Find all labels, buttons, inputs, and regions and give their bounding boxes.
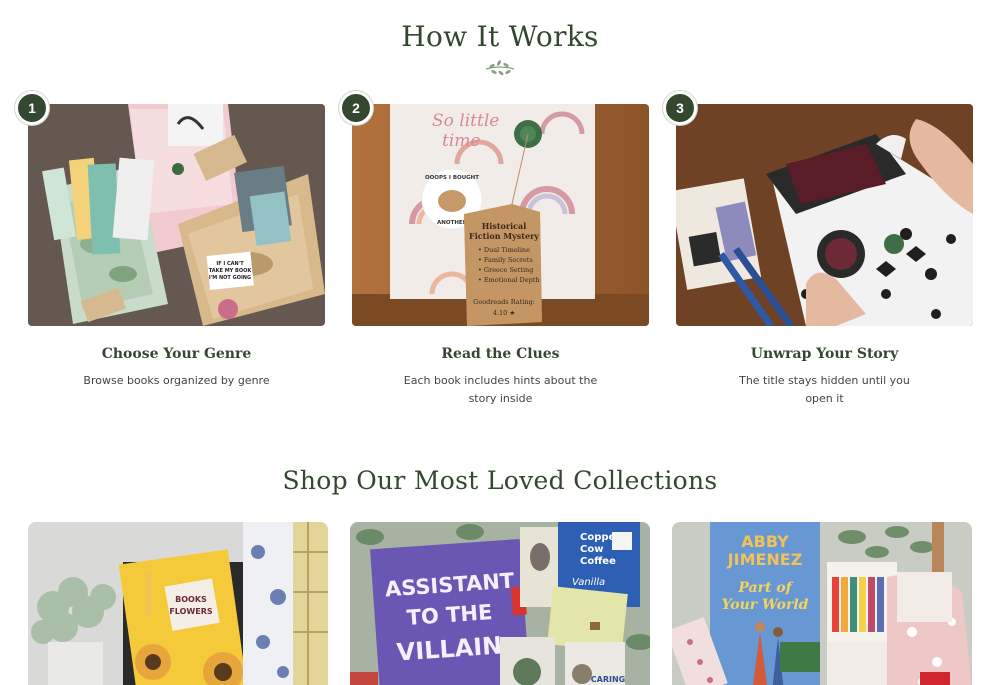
- step-2-sticker-line: OOOPS I BOUGHT: [425, 175, 479, 181]
- shop-collections-title: Shop Our Most Loved Collections: [282, 466, 718, 495]
- c3-author-line: JIMENEZ: [727, 550, 803, 569]
- c2-coffee-line: Coffee: [580, 556, 616, 567]
- tag-rating: Goodreads Rating:: [473, 298, 535, 306]
- c2-card-label: CARING: [591, 675, 625, 684]
- step-title: Read the Clues: [441, 346, 560, 362]
- step-description: Browse books organized by genre: [83, 374, 270, 387]
- step-number-badge: 1: [15, 91, 49, 125]
- tag-bullet: • Emotional Depth: [478, 276, 540, 284]
- step-number-badge: 2: [339, 91, 373, 125]
- collection-card-3[interactable]: ABBY JIMENEZ Part of Your World: [672, 522, 972, 685]
- step-card-unwrap-story: 3 Unwrap Your Story The title stays hidd…: [663, 91, 973, 408]
- collection-card-1[interactable]: BOOKS FLOWERS: [28, 522, 328, 685]
- step-description: The title stays hidden until you open it: [739, 374, 910, 405]
- tag-bullet: • Dual Timeline: [478, 246, 530, 254]
- step-1-sticker-line: IF I CAN'T: [216, 261, 244, 267]
- step-1-sticker-line: I'M NOT GOING: [209, 275, 251, 281]
- step-title: Choose Your Genre: [101, 346, 252, 362]
- step-3-image: [676, 104, 973, 326]
- step-title: Unwrap Your Story: [750, 346, 899, 362]
- step-number-badge: 3: [663, 91, 697, 125]
- step-card-read-clues: 2 So little time OOOPS I BOUGHT ANOTHER …: [339, 91, 649, 408]
- step-2-wrap-text: time: [442, 131, 480, 151]
- tag-bullet: • Family Secrets: [478, 256, 533, 264]
- tag-rating-value: 4.10 ★: [493, 309, 516, 317]
- tag-line: Historical: [482, 221, 526, 231]
- leaf-divider-icon: [485, 60, 515, 76]
- step-1-sticker-line: TAKE MY BOOK: [209, 268, 253, 274]
- c3-title-line: Part of: [737, 580, 794, 596]
- step-2-image: So little time OOOPS I BOUGHT ANOTHER Hi…: [352, 104, 649, 326]
- tag-line: Fiction Mystery: [469, 231, 539, 241]
- step-description: Each book includes hints about the story…: [403, 374, 598, 405]
- c1-sticker-line: FLOWERS: [169, 607, 213, 616]
- collection-card-2[interactable]: ASSISTANT TO THE VILLAIN Copper Cow Coff…: [350, 522, 650, 685]
- c2-vanilla-label: Vanilla: [572, 577, 605, 588]
- step-2-wrap-text: So little: [432, 111, 499, 131]
- c3-author-line: ABBY: [741, 532, 789, 551]
- c3-title-line: Your World: [722, 597, 809, 613]
- step-2-sticker-line: ANOTHER: [437, 220, 468, 226]
- c2-coffee-line: Cow: [580, 544, 603, 555]
- step-1-image: IF I CAN'T TAKE MY BOOK I'M NOT GOING: [28, 104, 325, 326]
- c1-sticker-line: BOOKS: [175, 595, 207, 604]
- tag-bullet: • Greece Setting: [478, 266, 533, 274]
- step-card-choose-genre: 1 IF I CAN'T TAKE MY BOOK I'M NOT GOING …: [15, 91, 325, 390]
- how-it-works-title: How It Works: [401, 20, 599, 53]
